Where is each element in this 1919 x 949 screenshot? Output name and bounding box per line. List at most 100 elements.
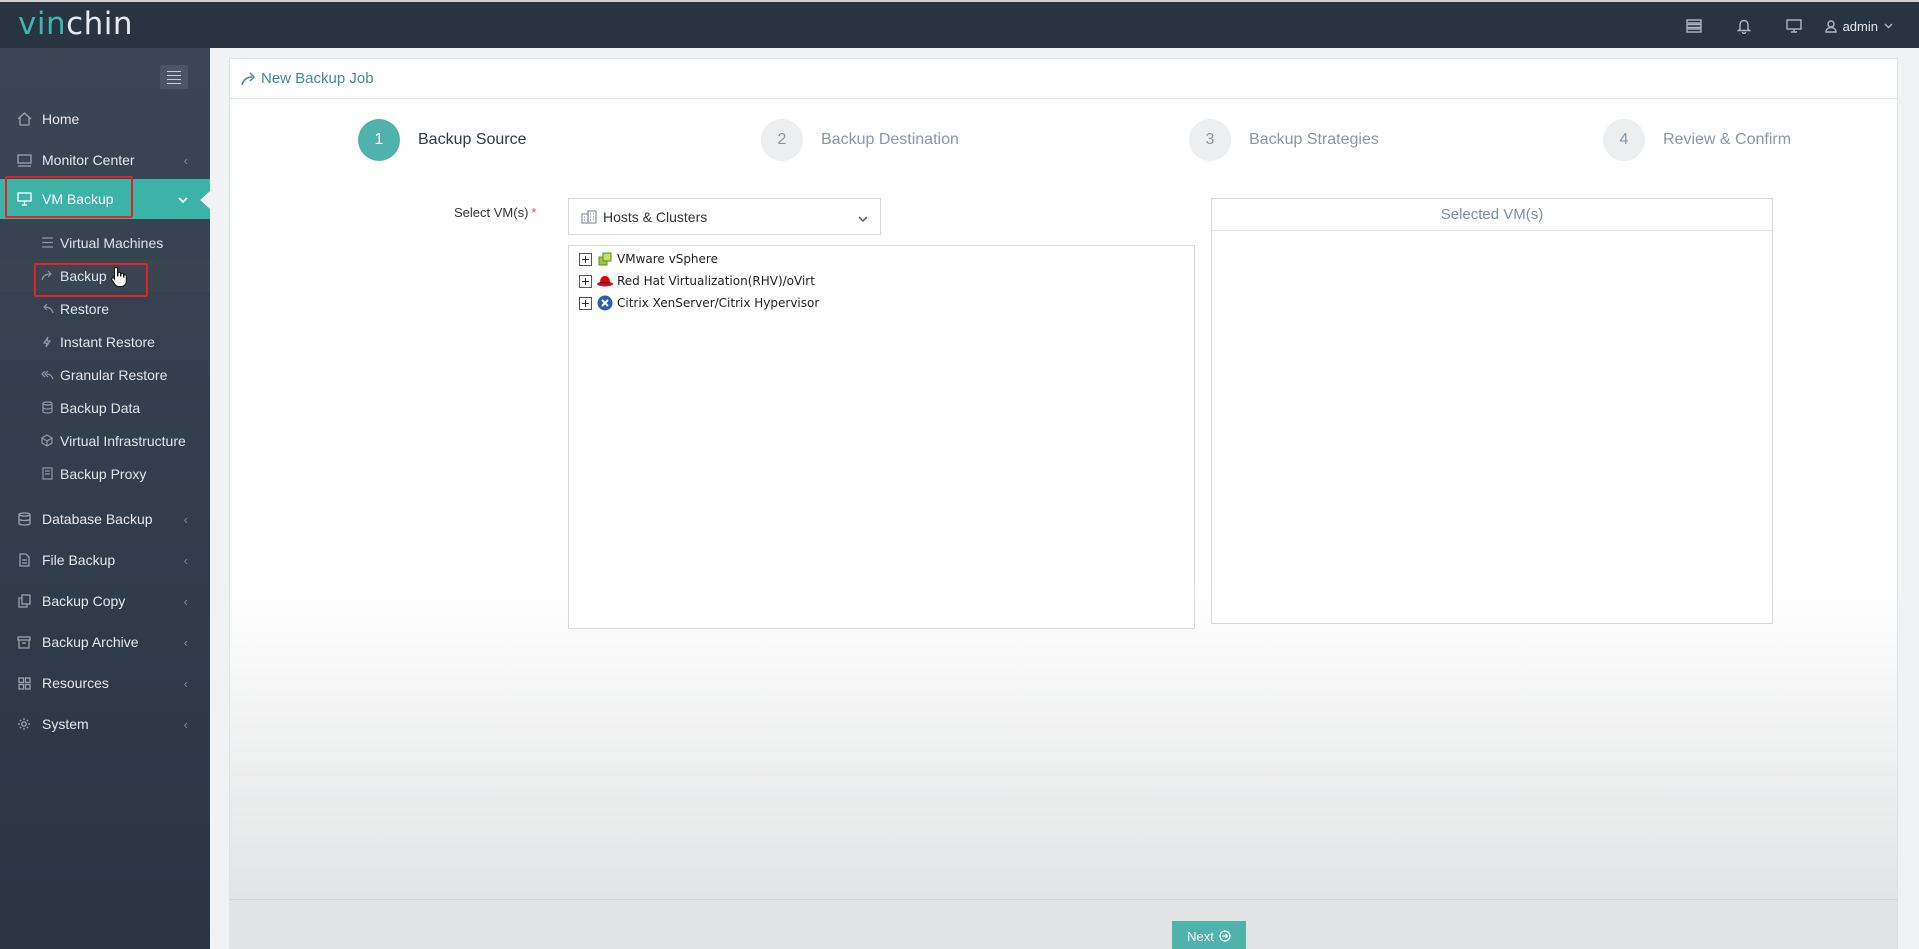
sidebar-item-label: Backup Copy	[42, 593, 126, 609]
sidebar-subitem-label: Backup Proxy	[60, 465, 147, 482]
sidebar-subitem-label: Backup Data	[60, 399, 141, 416]
server-icon	[40, 467, 54, 481]
database-icon	[16, 511, 32, 527]
next-button-label: Next	[1187, 928, 1214, 944]
step-label: Backup Strategies	[1249, 131, 1379, 148]
view-type-dropdown[interactable]: Hosts & Clusters	[568, 198, 881, 235]
sidebar-item-label: Database Backup	[42, 511, 153, 527]
sidebar-item-label: Resources	[42, 675, 109, 691]
user-icon	[1824, 19, 1837, 33]
expand-icon[interactable]	[579, 296, 592, 310]
sidebar-item-label: Backup Archive	[42, 634, 139, 650]
step-backup-strategies[interactable]: 3 Backup Strategies	[1189, 119, 1379, 161]
step-backup-source[interactable]: 1 Backup Source	[358, 119, 527, 161]
new-backup-job-panel: New Backup Job 1 Backup Source 2 Backup …	[229, 58, 1898, 949]
step-number: 4	[1603, 119, 1645, 161]
arrow-circle-right-icon	[1219, 930, 1231, 942]
sidebar-subitem-virtual-infrastructure[interactable]: Virtual Infrastructure	[0, 424, 210, 457]
selected-vms-panel: Selected VM(s)	[1211, 198, 1773, 624]
required-mark: *	[531, 205, 537, 220]
sidebar-item-backup-archive[interactable]: Backup Archive ‹	[0, 622, 210, 662]
monitor-icon[interactable]	[1769, 2, 1819, 50]
panel-header: New Backup Job	[230, 59, 1897, 99]
redhat-icon	[596, 273, 614, 289]
sidebar-subitem-label: Granular Restore	[60, 366, 168, 383]
sidebar-toggle-button[interactable]	[160, 65, 188, 89]
sidebar-subitem-label: Virtual Machines	[60, 234, 164, 251]
list-icon	[40, 236, 54, 250]
sidebar-item-label: Home	[42, 111, 80, 127]
sidebar-item-system[interactable]: System ‹	[0, 704, 210, 744]
sidebar-item-monitor-center[interactable]: Monitor Center ‹	[0, 140, 210, 180]
sidebar-item-home[interactable]: Home	[0, 99, 210, 139]
step-backup-destination[interactable]: 2 Backup Destination	[761, 119, 959, 161]
database-icon	[40, 401, 54, 415]
chevron-left-icon: ‹	[183, 593, 188, 609]
page-title: New Backup Job	[261, 70, 374, 87]
sidebar-subitem-label: Restore	[60, 300, 110, 317]
gear-icon	[16, 716, 32, 732]
share-arrow-icon	[241, 71, 256, 85]
chevron-left-icon: ‹	[183, 552, 188, 568]
tree-node-vmware[interactable]: VMware vSphere	[579, 249, 718, 269]
task-list-icon[interactable]	[1669, 2, 1719, 50]
grid-icon	[16, 675, 32, 691]
tree-node-redhat[interactable]: Red Hat Virtualization(RHV)/oVirt	[579, 271, 815, 291]
step-label: Backup Source	[418, 131, 527, 148]
sidebar-subitem-label: Instant Restore	[60, 333, 155, 350]
chevron-down-icon	[858, 210, 868, 226]
vinchin-logo[interactable]: vinchin	[18, 6, 133, 42]
active-indicator	[200, 191, 210, 209]
step-review-confirm[interactable]: 4 Review & Confirm	[1603, 119, 1791, 161]
chevron-left-icon: ‹	[183, 716, 188, 732]
tree-node-citrix[interactable]: Citrix XenServer/Citrix Hypervisor	[579, 293, 819, 313]
sidebar-subitem-virtual-machines[interactable]: Virtual Machines	[0, 226, 210, 259]
sidebar-item-label: System	[42, 716, 89, 732]
bolt-icon	[40, 335, 54, 349]
sidebar-subitem-backup-data[interactable]: Backup Data	[0, 391, 210, 424]
sidebar-item-backup-copy[interactable]: Backup Copy ‹	[0, 581, 210, 621]
copy-icon	[16, 593, 32, 609]
sidebar-item-database-backup[interactable]: Database Backup ‹	[0, 499, 210, 539]
view-type-value: Hosts & Clusters	[603, 208, 708, 225]
tree-node-label: VMware vSphere	[617, 252, 718, 266]
archive-icon	[16, 634, 32, 650]
bell-icon[interactable]	[1719, 2, 1769, 50]
sidebar-subitem-instant-restore[interactable]: Instant Restore	[0, 325, 210, 358]
hand-cursor-icon	[111, 266, 127, 291]
home-icon	[16, 111, 32, 127]
tree-node-label: Citrix XenServer/Citrix Hypervisor	[617, 296, 820, 310]
sidebar-item-resources[interactable]: Resources ‹	[0, 663, 210, 703]
expand-icon[interactable]	[579, 252, 592, 266]
user-menu[interactable]: admin	[1824, 18, 1893, 34]
expand-icon[interactable]	[579, 274, 592, 288]
step-label: Review & Confirm	[1663, 131, 1792, 148]
chevron-left-icon: ‹	[183, 511, 188, 527]
selected-vms-title: Selected VM(s)	[1212, 199, 1772, 231]
file-icon	[16, 552, 32, 568]
sidebar-subitem-granular-restore[interactable]: Granular Restore	[0, 358, 210, 391]
undo-arrow-icon	[40, 302, 54, 316]
tree-node-label: Red Hat Virtualization(RHV)/oVirt	[617, 274, 815, 288]
chevron-left-icon: ‹	[183, 152, 188, 168]
chevron-left-icon: ‹	[183, 675, 188, 691]
highlight-box-backup	[34, 263, 148, 297]
step-number: 3	[1189, 119, 1231, 161]
reply-all-icon	[40, 368, 54, 382]
sidebar-item-label: File Backup	[42, 552, 116, 568]
sidebar-subitem-backup-proxy[interactable]: Backup Proxy	[0, 457, 210, 490]
next-button[interactable]: Next	[1172, 921, 1246, 949]
chevron-down-icon	[1884, 23, 1893, 29]
building-icon	[581, 209, 597, 224]
panel-footer: Next	[230, 899, 1897, 949]
user-name: admin	[1842, 18, 1878, 34]
step-number: 2	[761, 119, 803, 161]
cube-icon	[40, 434, 54, 448]
sidebar-subitem-label: Virtual Infrastructure	[60, 432, 186, 449]
top-bar: vinchin admin	[0, 0, 1919, 48]
chevron-down-icon	[178, 192, 188, 207]
select-vms-label: Select VM(s) *	[454, 205, 537, 220]
sidebar-item-file-backup[interactable]: File Backup ‹	[0, 540, 210, 580]
chevron-left-icon: ‹	[183, 634, 188, 650]
top-bar-actions: admin	[1669, 2, 1893, 50]
